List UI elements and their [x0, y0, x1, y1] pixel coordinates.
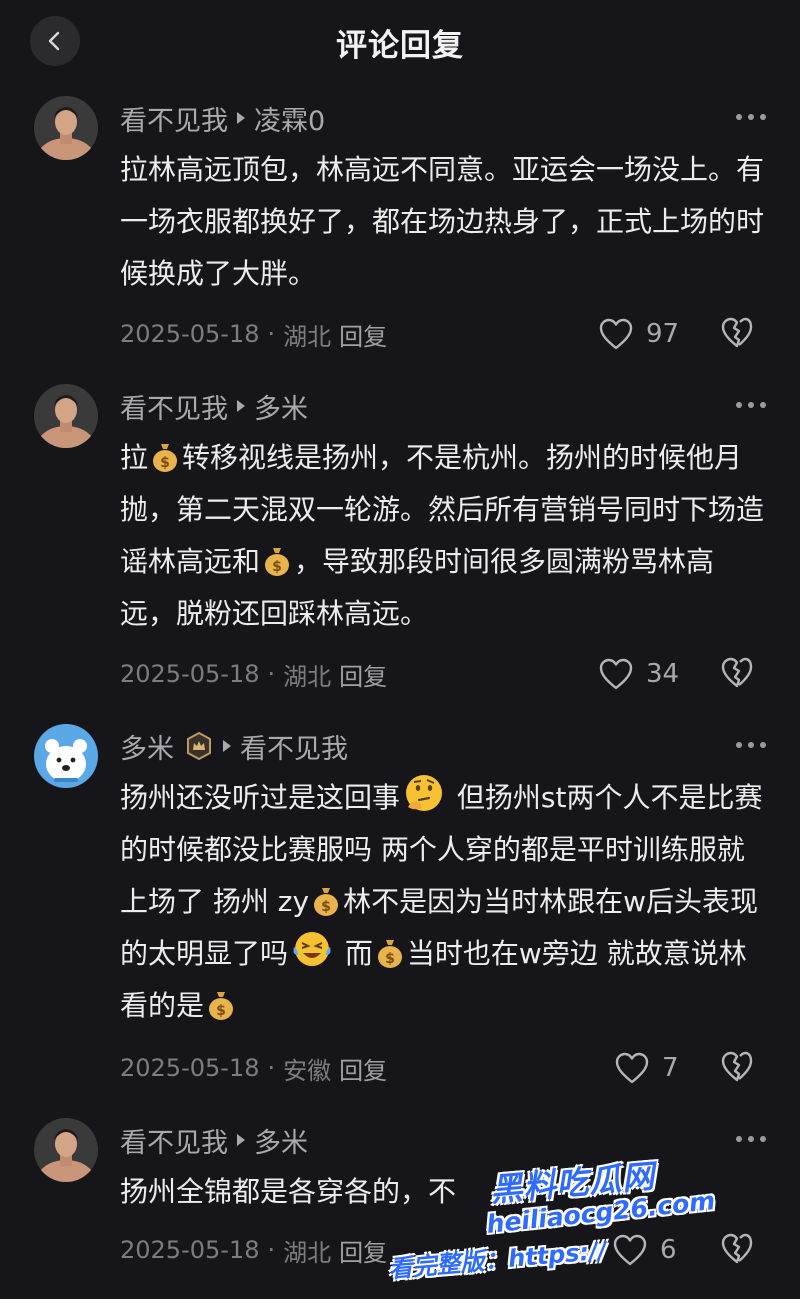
comment-meta: 2025-05-18 · 湖北 回复: [120, 316, 387, 352]
dislike-button[interactable]: [720, 656, 754, 690]
comment-date: 2025-05-18: [120, 1236, 260, 1264]
man-portrait-avatar-icon: [34, 1118, 98, 1182]
broken-heart-icon: [721, 657, 753, 688]
heart-icon: [615, 1052, 649, 1084]
comment-item: 看不见我 凌霖0 拉林高远顶包，林高远不同意。亚运会一场没上。有一场衣服都换好了…: [0, 96, 800, 366]
comment-location: 湖北: [283, 1238, 332, 1267]
comment-location: 湖北: [283, 322, 332, 351]
white-bear-avatar-icon: [34, 724, 98, 788]
avatar[interactable]: [34, 384, 98, 448]
fan-badge-icon: [187, 731, 211, 761]
comment-item: 多米 看不见我 扬州还没听过是这回事 但扬州st两个人不是比赛的时候都没比赛服吗…: [0, 724, 800, 1104]
author-name[interactable]: 看不见我: [120, 1121, 228, 1160]
svg-text:$: $: [272, 559, 282, 575]
comment-text: 扬州还没听过是这回事 但扬州st两个人不是比赛的时候都没比赛服吗 两个人穿的都是…: [120, 772, 768, 1032]
avatar[interactable]: [34, 724, 98, 788]
reply-to-name[interactable]: 多米: [254, 387, 308, 426]
dislike-button[interactable]: [720, 1050, 754, 1084]
separator-dot: ·: [267, 320, 276, 348]
page-title: 评论回复: [336, 28, 464, 64]
like-button[interactable]: 34: [598, 656, 679, 692]
reply-arrow-icon: [223, 740, 231, 752]
broken-heart-icon: [721, 1051, 753, 1082]
reply-arrow-icon: [237, 112, 245, 124]
reply-to-name[interactable]: 凌霖0: [254, 99, 325, 138]
top-bar: 评论回复: [0, 0, 800, 88]
reply-button[interactable]: 回复: [339, 657, 387, 692]
comment-item: 看不见我 多米 拉 $ 转移视线是扬州，不是杭州。扬州的时候他月抛，第二天混双一轮游…: [0, 384, 800, 704]
reply-to-name[interactable]: 多米: [254, 1121, 308, 1160]
comment-header: 看不见我 凌霖0: [120, 98, 325, 138]
author-name[interactable]: 看不见我: [120, 99, 228, 138]
author-name[interactable]: 多米: [120, 727, 174, 766]
money-bag-emoji-icon: $: [314, 888, 339, 916]
reply-to-name[interactable]: 看不见我: [240, 727, 348, 766]
comment-meta: 2025-05-18 · 安徽 回复: [120, 1050, 387, 1086]
more-options-icon[interactable]: [734, 400, 768, 410]
watermark-overlay: 黑料吃瓜网 heiliaocg26.com 看完整版：https://: [386, 1150, 786, 1290]
man-portrait-avatar-icon: [34, 384, 98, 448]
watermark-label: 看完整版：https://: [387, 1236, 608, 1284]
separator-dot: ·: [267, 1054, 276, 1082]
money-bag-emoji-icon: $: [209, 992, 234, 1020]
thinking-face-emoji-icon: [406, 775, 443, 811]
comment-date: 2025-05-18: [120, 320, 260, 348]
comment-meta: 2025-05-18 · 湖北 回复: [120, 1232, 387, 1268]
comment-location: 安徽: [283, 1056, 332, 1085]
avatar[interactable]: [34, 1118, 98, 1182]
heart-icon: [599, 658, 633, 690]
svg-text:$: $: [160, 455, 170, 471]
reply-arrow-icon: [237, 400, 245, 412]
svg-text:$: $: [385, 951, 395, 967]
more-options-icon[interactable]: [734, 112, 768, 122]
man-portrait-avatar-icon: [34, 96, 98, 160]
like-button[interactable]: 97: [598, 316, 679, 352]
reply-button[interactable]: 回复: [339, 1051, 387, 1086]
comment-header: 看不见我 多米: [120, 386, 308, 426]
broken-heart-icon: [721, 317, 753, 348]
comment-header: 多米 看不见我: [120, 726, 348, 766]
comment-date: 2025-05-18: [120, 1054, 260, 1082]
separator-dot: ·: [267, 1236, 276, 1264]
like-count: 97: [646, 319, 680, 349]
author-name[interactable]: 看不见我: [120, 387, 228, 426]
text-segment: 拉林高远顶包，林高远不同意。亚运会一场没上。有一场衣服都换好了，都在场边热身了，…: [120, 153, 765, 290]
comment-header: 看不见我 多米: [120, 1120, 308, 1160]
avatar[interactable]: [34, 96, 98, 160]
more-options-icon[interactable]: [734, 1134, 768, 1144]
reply-button[interactable]: 回复: [339, 1233, 387, 1268]
reply-button[interactable]: 回复: [339, 317, 387, 352]
comment-text: 拉 $ 转移视线是扬州，不是杭州。扬州的时候他月抛，第二天混双一轮游。然后所有营销号…: [120, 432, 768, 640]
dislike-button[interactable]: [720, 316, 754, 350]
money-bag-emoji-icon: $: [377, 940, 402, 968]
svg-text:$: $: [216, 1003, 226, 1019]
comment-text: 拉林高远顶包，林高远不同意。亚运会一场没上。有一场衣服都换好了，都在场边热身了，…: [120, 144, 768, 300]
reply-arrow-icon: [237, 1134, 245, 1146]
more-options-icon[interactable]: [734, 740, 768, 750]
like-button[interactable]: 7: [614, 1050, 679, 1086]
comment-meta: 2025-05-18 · 湖北 回复: [120, 656, 387, 692]
like-count: 7: [662, 1053, 679, 1083]
text-segment: 拉: [120, 441, 149, 474]
money-bag-emoji-icon: $: [265, 548, 290, 576]
like-count: 34: [646, 659, 680, 689]
heart-icon: [599, 318, 633, 350]
text-segment: 扬州还没听过是这回事: [120, 781, 401, 814]
comment-date: 2025-05-18: [120, 660, 260, 688]
rolling-laughing-emoji-icon: [293, 932, 331, 966]
svg-text:$: $: [321, 899, 331, 915]
comment-reply-page: 评论回复 看不见我 凌霖0 拉林高远顶包，林高远不同意。亚运会一场没上。有一场衣…: [0, 0, 800, 1299]
text-segment: 而: [336, 937, 373, 970]
money-bag-emoji-icon: $: [153, 444, 178, 472]
comment-location: 湖北: [283, 662, 332, 691]
separator-dot: ·: [267, 660, 276, 688]
